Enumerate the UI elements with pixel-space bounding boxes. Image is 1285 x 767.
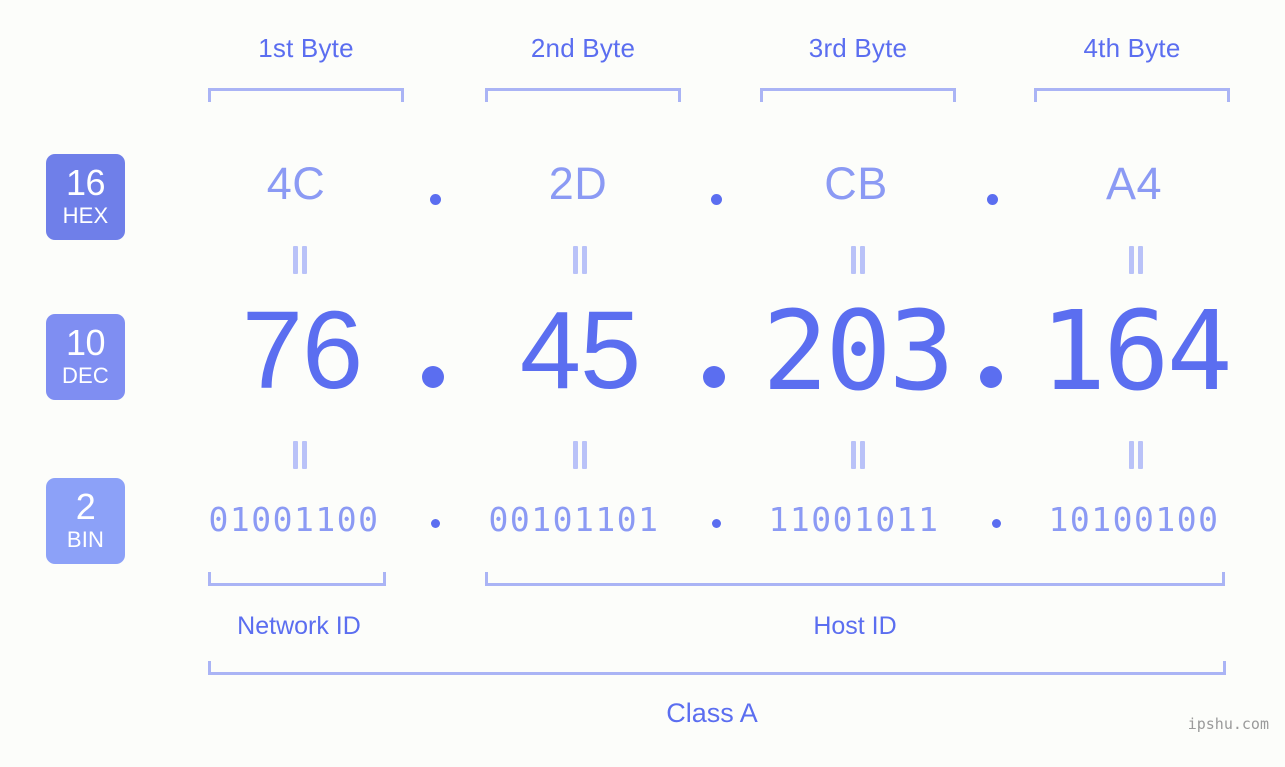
base-badge-dec-name: DEC: [61, 363, 110, 389]
hex-separator-dot-2: [711, 194, 722, 205]
base-badge-hex: 16 HEX: [46, 154, 125, 240]
base-badge-hex-number: 16: [65, 162, 106, 204]
byte-header-label-3: 3rd Byte: [808, 33, 908, 63]
byte-bracket-2: [485, 88, 681, 102]
ip-breakdown-diagram: 1st Byte 2nd Byte 3rd Byte 4th Byte 16 H…: [0, 0, 1285, 767]
network-id-label: Network ID: [237, 612, 361, 640]
byte-bracket-4: [1034, 88, 1230, 102]
hex-separator-dot-3: [987, 194, 998, 205]
byte-header-label-2: 2nd Byte: [530, 33, 636, 63]
hex-value-byte-4: A4: [1105, 158, 1163, 209]
base-badge-hex-name: HEX: [62, 203, 109, 229]
bin-value-byte-3: 11001011: [768, 500, 940, 539]
base-badge-bin: 2 BIN: [46, 478, 125, 564]
site-watermark: ipshu.com: [1187, 715, 1269, 733]
bin-separator-dot-2: [712, 519, 721, 528]
byte-bracket-1: [208, 88, 404, 102]
hex-value-byte-2: 2D: [548, 158, 608, 209]
equals-mark-hexdec-1: [291, 246, 309, 274]
byte-bracket-3: [760, 88, 956, 102]
equals-mark-hexdec-2: [571, 246, 589, 274]
bin-value-byte-2: 00101101: [488, 500, 660, 539]
dec-separator-dot-2: [703, 366, 725, 388]
host-id-label: Host ID: [813, 612, 897, 640]
byte-header-label-1: 1st Byte: [258, 33, 354, 63]
base-badge-bin-name: BIN: [66, 527, 105, 553]
dec-value-byte-4: 164: [1040, 287, 1233, 415]
base-badge-dec-number: 10: [65, 322, 106, 364]
base-badge-dec: 10 DEC: [46, 314, 125, 400]
bin-value-byte-1: 01001100: [208, 500, 380, 539]
bin-value-byte-4: 10100100: [1048, 500, 1220, 539]
equals-mark-hexdec-4: [1127, 246, 1145, 274]
hex-separator-dot-1: [430, 194, 441, 205]
hex-value-byte-3: CB: [824, 158, 888, 209]
equals-mark-decbin-2: [571, 441, 589, 469]
class-label: Class A: [666, 698, 758, 728]
bin-separator-dot-3: [992, 519, 1001, 528]
equals-mark-decbin-3: [849, 441, 867, 469]
class-bracket: [208, 661, 1226, 675]
dec-value-byte-1: 76: [241, 289, 363, 412]
dec-separator-dot-1: [422, 366, 444, 388]
host-id-bracket: [485, 572, 1225, 586]
hex-value-byte-1: 4C: [266, 158, 326, 209]
byte-header-label-4: 4th Byte: [1083, 33, 1181, 63]
dec-value-byte-2: 45: [519, 289, 641, 412]
equals-mark-hexdec-3: [849, 246, 867, 274]
equals-mark-decbin-1: [291, 441, 309, 469]
equals-mark-decbin-4: [1127, 441, 1145, 469]
bin-separator-dot-1: [431, 519, 440, 528]
dec-separator-dot-3: [980, 366, 1002, 388]
base-badge-bin-number: 2: [75, 486, 96, 528]
dec-value-byte-3: 203: [762, 287, 955, 415]
network-id-bracket: [208, 572, 386, 586]
